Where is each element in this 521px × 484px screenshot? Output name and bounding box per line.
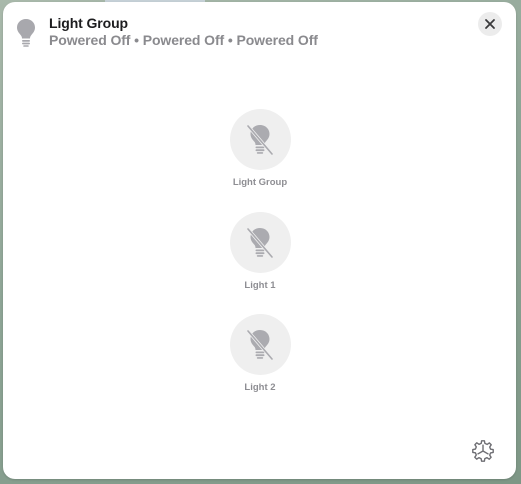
lightbulb-off-icon xyxy=(243,121,277,159)
accessory-toggle[interactable] xyxy=(229,212,291,273)
accessory-label: Light 2 xyxy=(244,382,276,393)
gear-icon xyxy=(471,439,495,463)
accessory-status: Powered Off • Powered Off • Powered Off xyxy=(49,32,318,48)
close-button[interactable] xyxy=(478,12,502,36)
settings-button[interactable] xyxy=(470,438,496,464)
accessory-toggle[interactable] xyxy=(229,109,291,170)
lightbulb-off-icon xyxy=(243,326,277,364)
accessory-label: Light Group xyxy=(232,177,288,188)
accessory-title: Light Group xyxy=(49,15,128,31)
lightbulb-icon xyxy=(16,18,36,48)
accessory-tile-light-group[interactable]: Light Group xyxy=(200,109,320,188)
accessory-detail-panel: Light Group Powered Off • Powered Off • … xyxy=(3,2,516,479)
close-icon xyxy=(484,18,496,30)
lightbulb-off-icon xyxy=(243,224,277,262)
accessory-tile-light-1[interactable]: Light 1 xyxy=(200,212,320,291)
accessory-tile-light-2[interactable]: Light 2 xyxy=(200,314,320,393)
accessory-toggle[interactable] xyxy=(229,314,291,375)
accessory-label: Light 1 xyxy=(244,280,276,291)
